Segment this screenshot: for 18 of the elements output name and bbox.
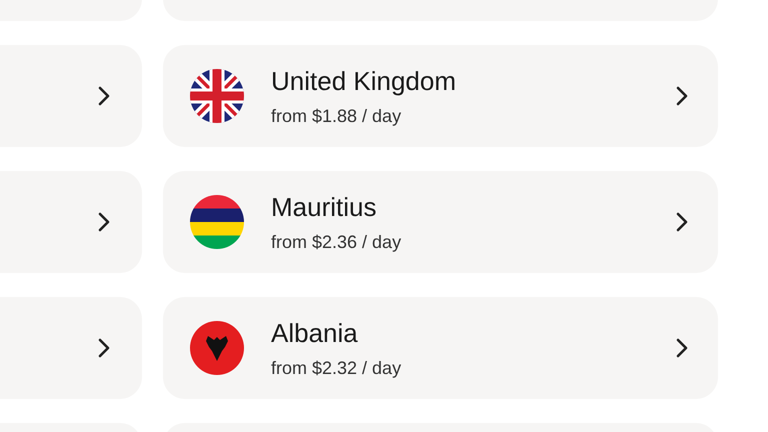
price-text: from $2.32 / day <box>271 358 402 378</box>
country-card[interactable]: Mauritius from $2.36 / day <box>163 171 718 273</box>
chevron-right-icon <box>676 212 688 232</box>
chevron-right-icon <box>676 86 688 106</box>
flag-icon <box>190 321 244 375</box>
chevron-right-icon <box>98 212 110 232</box>
chevron-right-icon <box>676 338 688 358</box>
flag-icon <box>190 195 244 249</box>
flag-icon <box>190 69 244 123</box>
country-card[interactable]: Albania from $2.32 / day <box>163 297 718 399</box>
country-name: Mauritius <box>271 192 378 222</box>
country-name: United Kingdom <box>271 66 457 96</box>
country-card[interactable]: United Kingdom from $1.88 / day <box>163 45 718 147</box>
chevron-right-icon <box>98 338 110 358</box>
price-text: from $1.88 / day <box>271 106 402 126</box>
chevron-right-icon <box>98 86 110 106</box>
country-name: Albania <box>271 318 359 348</box>
price-text: from $2.36 / day <box>271 232 402 252</box>
